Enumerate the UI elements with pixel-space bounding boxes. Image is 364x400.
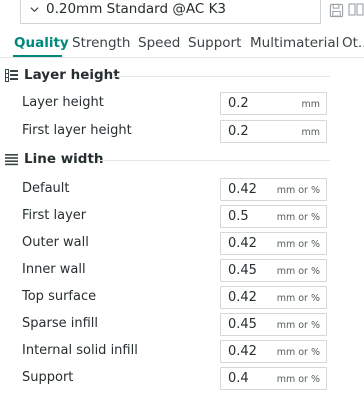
internal-solid-infill-line-width-input[interactable]: 0.42 mm or % — [220, 340, 327, 363]
setting-row-default: Default 0.42 mm or % — [0, 178, 364, 202]
field-unit: mm or % — [276, 374, 320, 385]
field-value: 0.42 — [228, 344, 257, 359]
field-value: 0.5 — [228, 209, 249, 224]
save-icon[interactable] — [329, 3, 344, 18]
sparse-infill-line-width-input[interactable]: 0.45 mm or % — [220, 313, 327, 336]
tabs-divider — [0, 57, 364, 58]
setting-row-sparse-infill: Sparse infill 0.45 mm or % — [0, 313, 364, 337]
setting-label: Layer height — [22, 95, 104, 110]
field-unit: mm or % — [276, 347, 320, 358]
field-value: 0.2 — [228, 96, 249, 111]
compare-icon[interactable] — [348, 2, 364, 18]
field-value: 0.2 — [228, 124, 249, 139]
field-unit: mm or % — [276, 266, 320, 277]
section-header-layer-height: Layer height — [0, 66, 364, 86]
field-unit: mm or % — [276, 293, 320, 304]
field-value: 0.4 — [228, 371, 249, 386]
field-unit: mm — [301, 127, 320, 138]
section-divider — [98, 160, 330, 161]
section-title: Layer height — [24, 67, 120, 83]
field-value: 0.45 — [228, 263, 257, 278]
setting-label: Top surface — [22, 289, 97, 304]
setting-row-internal-solid-infill: Internal solid infill 0.42 mm or % — [0, 340, 364, 364]
layer-height-input[interactable]: 0.2 mm — [220, 92, 327, 115]
setting-label: Sparse infill — [22, 316, 98, 331]
layer-height-icon — [5, 69, 18, 82]
field-unit: mm — [301, 99, 320, 110]
tab-multimaterial[interactable]: Multimaterial — [250, 35, 339, 51]
setting-row-first-layer: First layer 0.5 mm or % — [0, 205, 364, 229]
inner-wall-line-width-input[interactable]: 0.45 mm or % — [220, 259, 327, 282]
field-unit: mm or % — [276, 320, 320, 331]
setting-row-top-surface: Top surface 0.42 mm or % — [0, 286, 364, 310]
setting-label: Support — [22, 370, 74, 385]
tab-support[interactable]: Support — [188, 35, 241, 51]
default-line-width-input[interactable]: 0.42 mm or % — [220, 178, 327, 201]
setting-row-support: Support 0.4 mm or % — [0, 367, 364, 391]
tab-quality[interactable]: Quality — [14, 35, 69, 51]
tab-speed[interactable]: Speed — [138, 35, 180, 51]
line-width-icon — [5, 154, 18, 166]
setting-row-first-layer-height: First layer height 0.2 mm — [0, 120, 364, 144]
section-divider — [112, 76, 330, 77]
tab-strength[interactable]: Strength — [72, 35, 130, 51]
field-value: 0.42 — [228, 290, 257, 305]
setting-row-outer-wall: Outer wall 0.42 mm or % — [0, 232, 364, 256]
preset-dropdown[interactable]: 0.20mm Standard @AC K3 — [20, 0, 321, 24]
first-layer-line-width-input[interactable]: 0.5 mm or % — [220, 205, 327, 228]
field-unit: mm or % — [276, 185, 320, 196]
support-line-width-input[interactable]: 0.4 mm or % — [220, 367, 327, 390]
top-surface-line-width-input[interactable]: 0.42 mm or % — [220, 286, 327, 309]
chevron-down-icon — [30, 7, 39, 13]
field-value: 0.45 — [228, 317, 257, 332]
preset-bar: 0.20mm Standard @AC K3 — [0, 0, 364, 28]
field-unit: mm or % — [276, 239, 320, 250]
setting-label: Outer wall — [22, 235, 89, 250]
tab-others[interactable]: Ot.. — [342, 35, 364, 51]
section-header-line-width: Line width — [0, 150, 364, 170]
setting-label: First layer height — [22, 123, 132, 138]
field-value: 0.42 — [228, 236, 257, 251]
setting-row-inner-wall: Inner wall 0.45 mm or % — [0, 259, 364, 283]
settings-tabs: Quality Strength Speed Support Multimate… — [0, 35, 364, 57]
section-title: Line width — [24, 151, 104, 167]
setting-label: First layer — [22, 208, 87, 223]
preset-name: 0.20mm Standard @AC K3 — [46, 1, 227, 17]
setting-label: Inner wall — [22, 262, 86, 277]
field-unit: mm or % — [276, 212, 320, 223]
field-value: 0.42 — [228, 182, 257, 197]
setting-label: Default — [22, 181, 70, 196]
setting-label: Internal solid infill — [22, 343, 138, 358]
first-layer-height-input[interactable]: 0.2 mm — [220, 120, 327, 143]
outer-wall-line-width-input[interactable]: 0.42 mm or % — [220, 232, 327, 255]
setting-row-layer-height: Layer height 0.2 mm — [0, 92, 364, 116]
